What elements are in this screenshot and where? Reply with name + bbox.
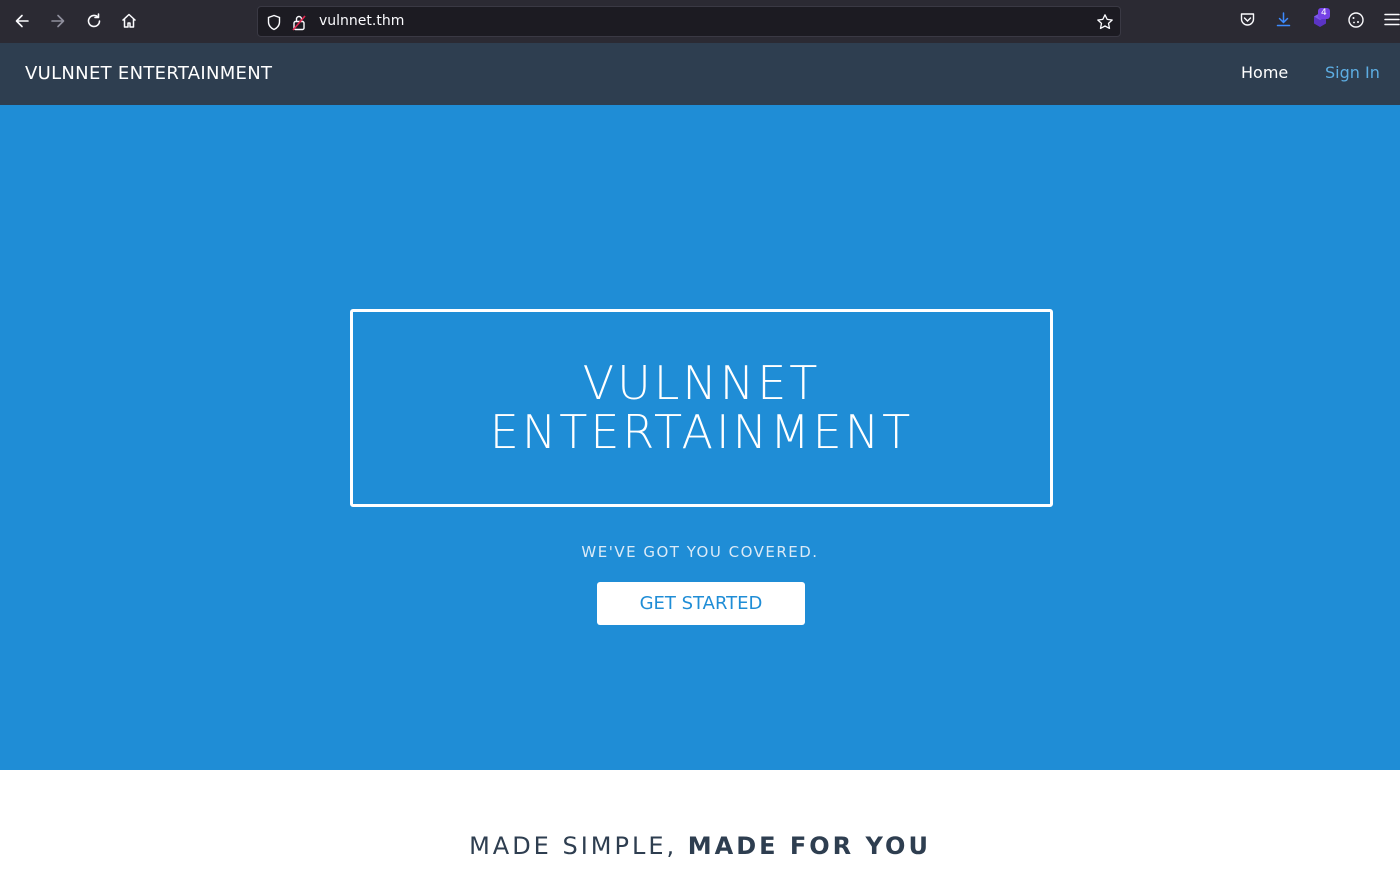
nav-link-home[interactable]: Home: [1241, 63, 1288, 82]
hero-section: VULNNET ENTERTAINMENT WE'VE GOT YOU COVE…: [0, 105, 1400, 770]
section-heading-bold: MADE FOR YOU: [687, 832, 931, 860]
section-heading: MADE SIMPLE, MADE FOR YOU: [0, 832, 1400, 860]
hero-title-box: VULNNET ENTERTAINMENT: [350, 309, 1053, 507]
hero-title-line1: VULNNET: [582, 356, 821, 410]
star-icon[interactable]: [1096, 13, 1114, 31]
pocket-icon[interactable]: [1239, 11, 1256, 28]
forward-icon[interactable]: [47, 10, 69, 32]
site-navbar: VULNNET ENTERTAINMENT Home Sign In: [0, 43, 1400, 105]
site-brand[interactable]: VULNNET ENTERTAINMENT: [25, 63, 272, 84]
lock-icon[interactable]: [292, 14, 306, 31]
download-icon[interactable]: [1275, 11, 1292, 28]
shield-icon[interactable]: [266, 14, 282, 31]
reload-icon[interactable]: [83, 10, 105, 32]
address-bar[interactable]: vulnnet.thm: [257, 6, 1121, 37]
hero-tagline: WE'VE GOT YOU COVERED.: [581, 543, 819, 561]
section-heading-light: MADE SIMPLE,: [469, 832, 688, 860]
nav-link-signin[interactable]: Sign In: [1325, 63, 1380, 82]
extension-badge: 4: [1318, 8, 1330, 19]
hero-title-line2: ENTERTAINMENT: [489, 405, 914, 459]
home-icon[interactable]: [118, 10, 140, 32]
browser-toolbar: vulnnet.thm 4: [0, 0, 1400, 43]
menu-icon[interactable]: [1384, 11, 1400, 28]
url-text[interactable]: vulnnet.thm: [319, 13, 404, 29]
cookie-icon[interactable]: [1347, 11, 1365, 29]
get-started-button[interactable]: GET STARTED: [597, 582, 805, 625]
back-icon[interactable]: [11, 10, 33, 32]
hero-title: VULNNET ENTERTAINMENT: [482, 359, 922, 457]
